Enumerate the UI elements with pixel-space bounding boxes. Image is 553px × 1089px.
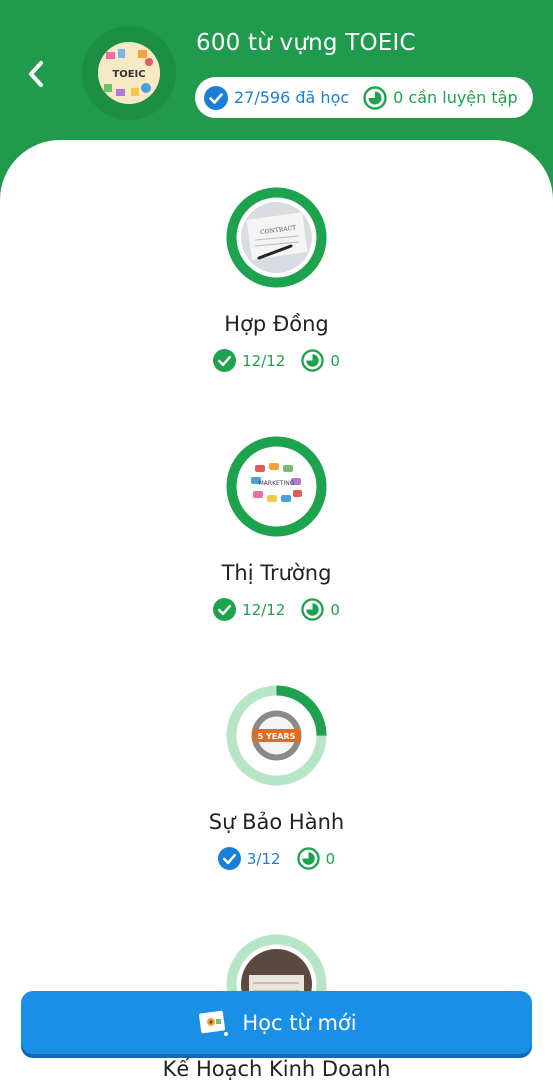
deck-title: 600 từ vựng TOEIC [196, 30, 416, 56]
topic-name: Hợp Đồng [224, 312, 329, 336]
topic-learned: 12/12 [213, 598, 285, 621]
practice-stat: 0 cần luyện tập [363, 85, 518, 110]
deck-avatar: TOEIC [98, 42, 160, 104]
topic-stats: 12/12 0 [0, 349, 553, 372]
topic-name: Kế Hoạch Kinh Doanh [162, 1057, 391, 1081]
svg-text:TOEIC: TOEIC [112, 69, 145, 80]
deck-avatar-ring: TOEIC [82, 26, 176, 120]
topics-sheet: CONTRACT Hợp Đồng 12/12 0 MARKETING Thị … [0, 140, 553, 1089]
check-circle-icon [213, 349, 237, 372]
topic-stats: 3/12 0 [0, 847, 553, 870]
topic-image-marketing: MARKETING [241, 451, 312, 522]
topic-image-contract: CONTRACT [241, 202, 312, 273]
topic-stats: 12/12 0 [0, 598, 553, 621]
check-circle-icon [213, 598, 237, 621]
topic-progress-ring: 5 YEARS [226, 685, 327, 786]
topic-practice: 0 [301, 349, 340, 372]
topic-progress-ring: CONTRACT [226, 187, 327, 288]
topic-practice: 0 [301, 598, 340, 621]
topic-learned: 12/12 [213, 349, 285, 372]
topic-name: Sự Bảo Hành [208, 810, 345, 834]
review-clock-icon [296, 847, 320, 870]
check-circle-icon [217, 847, 241, 870]
cta-label: Học từ mới [242, 1010, 357, 1035]
chevron-left-icon [29, 61, 43, 87]
learn-new-words-button[interactable]: Học từ mới [21, 991, 532, 1054]
review-clock-icon [301, 598, 325, 621]
back-button[interactable] [18, 56, 54, 92]
svg-text:MARKETING: MARKETING [259, 480, 295, 487]
review-clock-icon [301, 349, 325, 372]
topic-practice: 0 [296, 847, 335, 870]
check-circle-icon [204, 85, 228, 110]
svg-text:5 YEARS: 5 YEARS [258, 732, 296, 741]
topic-progress-ring: MARKETING [226, 436, 327, 537]
deck-avatar-illustration: TOEIC [98, 42, 160, 104]
topic-learned: 3/12 [217, 847, 281, 870]
topic-name: Thị Trường [221, 561, 332, 585]
flashcard-icon [199, 1010, 229, 1036]
topic-image-warranty: 5 YEARS [241, 700, 312, 771]
learned-stat: 27/596 đã học [204, 85, 350, 110]
review-clock-icon [363, 85, 387, 110]
deck-stats-pill: 27/596 đã học 0 cần luyện tập [195, 77, 533, 118]
practice-count: 0 cần luyện tập [393, 88, 518, 107]
learned-count: 27/596 đã học [234, 88, 350, 107]
